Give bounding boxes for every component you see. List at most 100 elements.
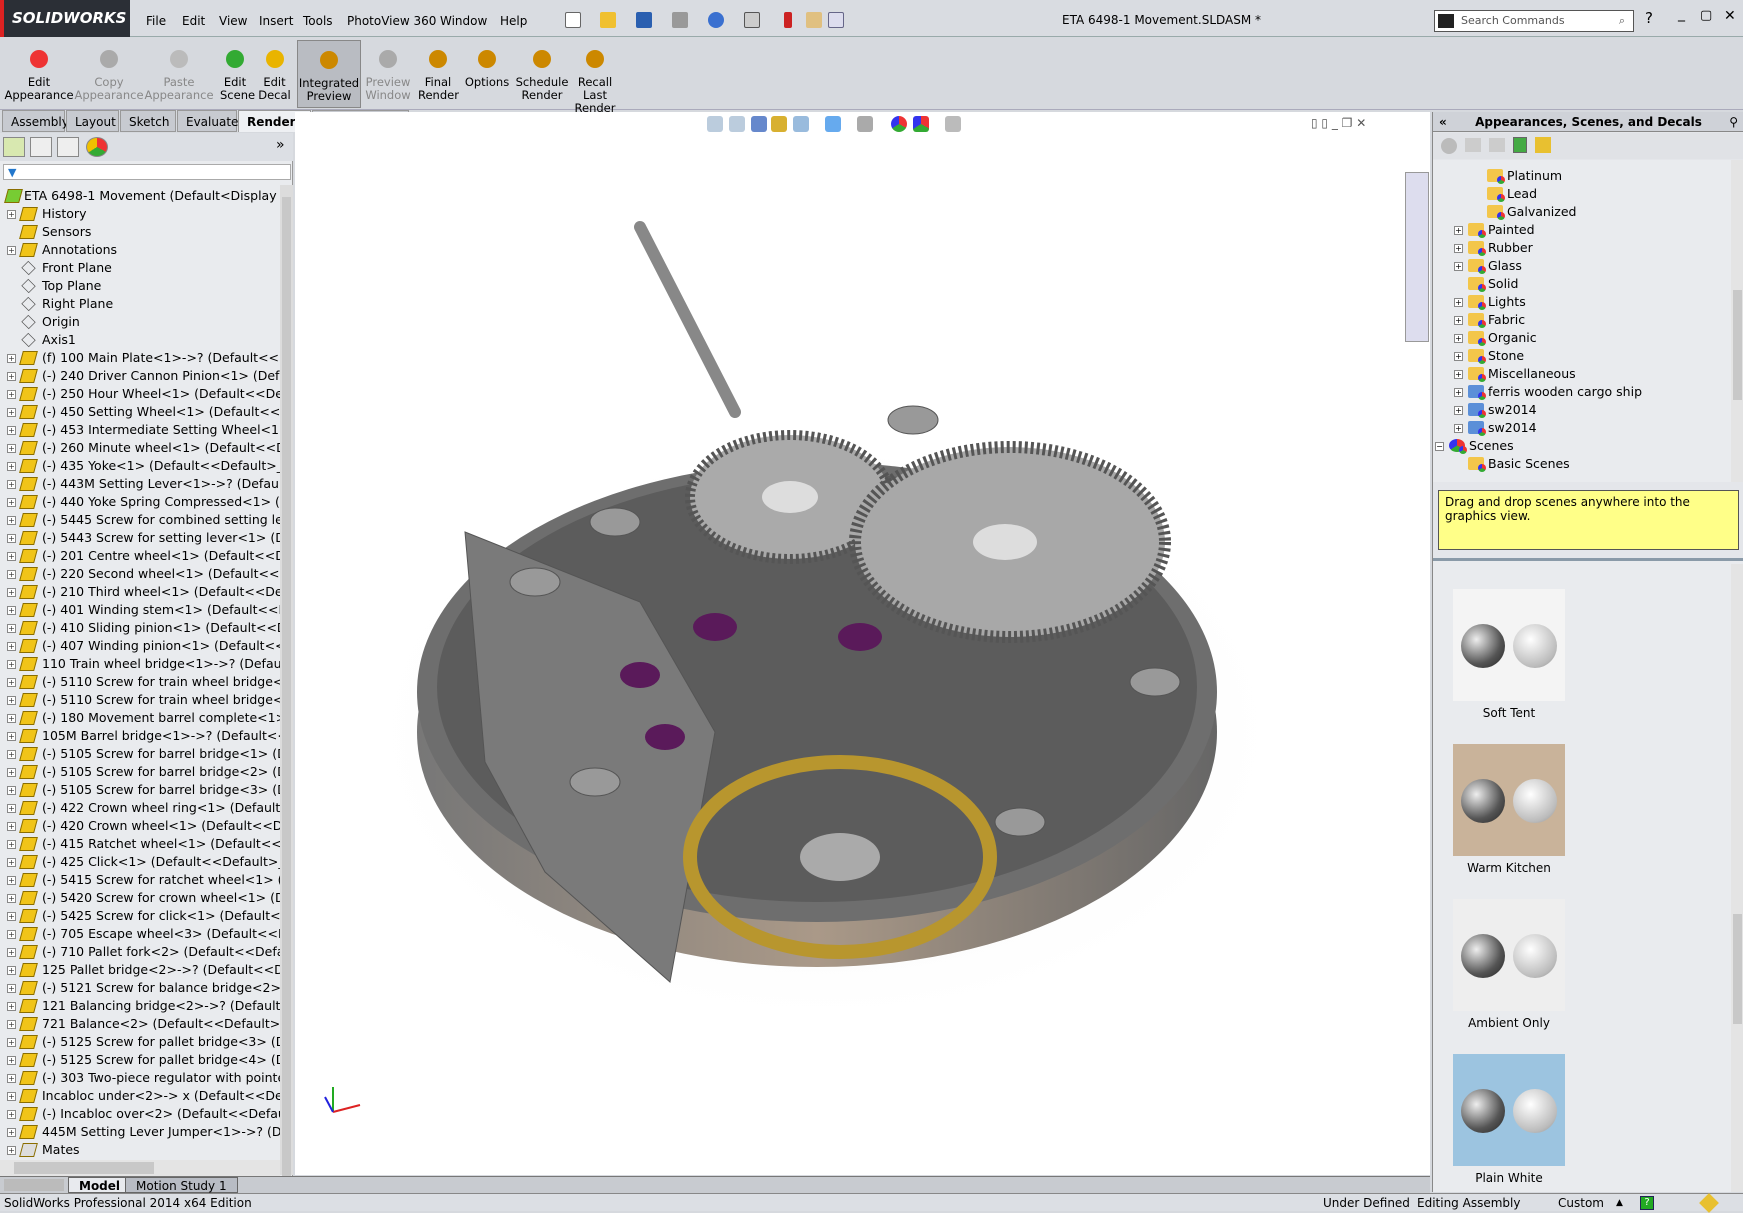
tree-item[interactable]: +125 Pallet bridge<2>->? (Default<<Defau… <box>0 961 280 979</box>
expand-icon[interactable]: + <box>7 786 16 795</box>
options-list-icon[interactable] <box>828 12 844 28</box>
expand-icon[interactable]: + <box>7 1020 16 1029</box>
tree-item[interactable]: + (-) 5415 Screw for ratchet wheel<1> (De… <box>0 871 280 889</box>
expand-icon[interactable]: + <box>7 840 16 849</box>
tree-item[interactable]: + (-) 420 Crown wheel<1> (Default<<Defaul… <box>0 817 280 835</box>
expand-icon[interactable]: + <box>1454 406 1463 415</box>
tree-item[interactable]: + (-) 5110 Screw for train wheel bridge<2… <box>0 691 280 709</box>
property-manager-tab-icon[interactable] <box>30 137 52 157</box>
add-folder-icon[interactable] <box>1489 138 1505 152</box>
ribbon-button-schedule-render[interactable]: Schedule Render <box>514 40 570 108</box>
ribbon-button-final-render[interactable]: Final Render <box>418 40 459 108</box>
appearance-folder[interactable]: + ferris wooden cargo ship <box>1454 383 1642 401</box>
close-window-icon[interactable]: ✕ <box>1724 8 1736 24</box>
collapse-icon[interactable]: − <box>1435 442 1444 451</box>
expand-icon[interactable]: + <box>7 1146 16 1155</box>
appearance-folder[interactable]: Basic Scenes <box>1468 455 1570 473</box>
menu-edit[interactable]: Edit <box>182 0 205 37</box>
tree-item[interactable]: + (-) 220 Second wheel<1> (Default<<Defau… <box>0 565 280 583</box>
expand-icon[interactable]: + <box>1454 298 1463 307</box>
appearance-folder[interactable]: + Lights <box>1454 293 1526 311</box>
appearance-folder[interactable]: Lead <box>1487 185 1537 203</box>
tree-item[interactable]: + (-) 5420 Screw for crown wheel<1> (Defa… <box>0 889 280 907</box>
tree-item[interactable]: +110 Train wheel bridge<1>->? (Default<<… <box>0 655 280 673</box>
tree-item[interactable]: +105M Barrel bridge<1>->? (Default<<Defa… <box>0 727 280 745</box>
expand-icon[interactable]: + <box>7 984 16 993</box>
expand-icon[interactable]: + <box>7 930 16 939</box>
expand-icon[interactable]: + <box>7 552 16 561</box>
help-icon[interactable]: ? <box>1645 9 1653 27</box>
graphics-view[interactable]: ▯ ▯ _ ❐ ✕ <box>295 112 1430 1175</box>
tree-item[interactable]: +721 Balance<2> (Default<<Default>_Displ… <box>0 1015 280 1033</box>
appearance-folder[interactable]: + Painted <box>1454 221 1535 239</box>
expand-icon[interactable]: + <box>7 516 16 525</box>
tree-item[interactable]: Sensors <box>0 223 280 241</box>
expand-icon[interactable]: + <box>7 750 16 759</box>
tab-evaluate[interactable]: Evaluate <box>177 110 238 132</box>
expand-icon[interactable]: + <box>7 606 16 615</box>
expand-icon[interactable]: + <box>7 966 16 975</box>
menu-window[interactable]: Window <box>440 0 487 37</box>
appearance-folder[interactable]: Galvanized <box>1487 203 1576 221</box>
scene-thumbnail-soft-tent[interactable] <box>1453 589 1565 701</box>
undo-icon[interactable] <box>708 12 724 28</box>
expand-icon[interactable]: + <box>7 426 16 435</box>
expand-icon[interactable]: + <box>7 570 16 579</box>
search-icon[interactable]: ⌕ <box>1619 11 1625 31</box>
status-units[interactable]: Custom <box>1558 1194 1604 1212</box>
expand-icon[interactable]: + <box>7 1038 16 1047</box>
tree-filter-input[interactable]: ▼ <box>3 164 291 180</box>
appearances-tree-scrollbar[interactable] <box>1731 160 1743 482</box>
expand-icon[interactable]: + <box>7 210 16 219</box>
appearance-folder[interactable]: + sw2014 <box>1454 419 1537 437</box>
expand-icon[interactable]: + <box>7 948 16 957</box>
expand-icon[interactable]: + <box>1454 370 1463 379</box>
file-properties-icon[interactable] <box>806 12 822 28</box>
menu-file[interactable]: File <box>146 0 166 37</box>
maximize-window-icon[interactable]: ▢ <box>1700 8 1712 23</box>
tree-item[interactable]: Top Plane <box>0 277 280 295</box>
solidworks-logo[interactable]: SOLIDWORKS <box>0 0 130 37</box>
tree-item[interactable]: + Mates <box>0 1141 280 1159</box>
tag-icon[interactable] <box>1699 1193 1719 1213</box>
up-folder-icon[interactable] <box>1535 137 1551 153</box>
tab-assembly[interactable]: Assembly <box>2 110 69 132</box>
expand-icon[interactable]: + <box>1454 244 1463 253</box>
expand-icon[interactable]: + <box>7 696 16 705</box>
ribbon-button-edit-appearance[interactable]: Edit Appearance <box>4 40 74 108</box>
configuration-manager-tab-icon[interactable] <box>57 137 79 157</box>
tree-item[interactable]: + (-) 422 Crown wheel ring<1> (Default<<D… <box>0 799 280 817</box>
tree-item[interactable]: Origin <box>0 313 280 331</box>
scene-thumbnail-ambient-only[interactable] <box>1453 899 1565 1011</box>
menu-help[interactable]: Help <box>500 0 527 37</box>
menu-photoview-360[interactable]: PhotoView 360 <box>347 0 436 37</box>
expand-panel-icon[interactable]: » <box>276 137 285 153</box>
tab-motion-study-1[interactable]: Motion Study 1 <box>125 1177 238 1193</box>
tree-item[interactable]: + (-) 450 Setting Wheel<1> (Default<<Defa… <box>0 403 280 421</box>
menu-insert[interactable]: Insert <box>259 0 293 37</box>
tree-item[interactable]: Front Plane <box>0 259 280 277</box>
expand-icon[interactable]: + <box>7 642 16 651</box>
expand-icon[interactable]: + <box>7 390 16 399</box>
expand-icon[interactable]: + <box>7 354 16 363</box>
expand-icon[interactable]: + <box>7 804 16 813</box>
expand-icon[interactable]: + <box>1454 424 1463 433</box>
expand-icon[interactable]: + <box>7 768 16 777</box>
tree-item[interactable]: + (-) 5121 Screw for balance bridge<2> (D… <box>0 979 280 997</box>
appearance-folder[interactable]: Platinum <box>1487 167 1562 185</box>
tree-item[interactable]: + Incabloc under<2>-> x (Default<<Default… <box>0 1087 280 1105</box>
tab-scroll-arrows[interactable] <box>4 1179 64 1191</box>
appearance-folder[interactable]: + Fabric <box>1454 311 1525 329</box>
tree-item[interactable]: + (-) 705 Escape wheel<3> (Default<<Defau… <box>0 925 280 943</box>
expand-icon[interactable]: + <box>7 822 16 831</box>
tree-item[interactable]: + (-) 210 Third wheel<1> (Default<<Defaul… <box>0 583 280 601</box>
save-icon[interactable] <box>636 12 652 28</box>
tree-item[interactable]: + (-) 415 Ratchet wheel<1> (Default<<Defa… <box>0 835 280 853</box>
tree-item[interactable]: + (f) 100 Main Plate<1>->? (Default<<Defa… <box>0 349 280 367</box>
tree-item[interactable]: + (-) 5125 Screw for pallet bridge<3> (De… <box>0 1033 280 1051</box>
expand-icon[interactable]: + <box>7 1092 16 1101</box>
help-status-icon[interactable]: ? <box>1640 1196 1654 1210</box>
pin-icon[interactable]: ⚲ <box>1729 112 1738 132</box>
expand-icon[interactable]: + <box>7 462 16 471</box>
tree-item[interactable]: + (-) 5105 Screw for barrel bridge<2> (De… <box>0 763 280 781</box>
